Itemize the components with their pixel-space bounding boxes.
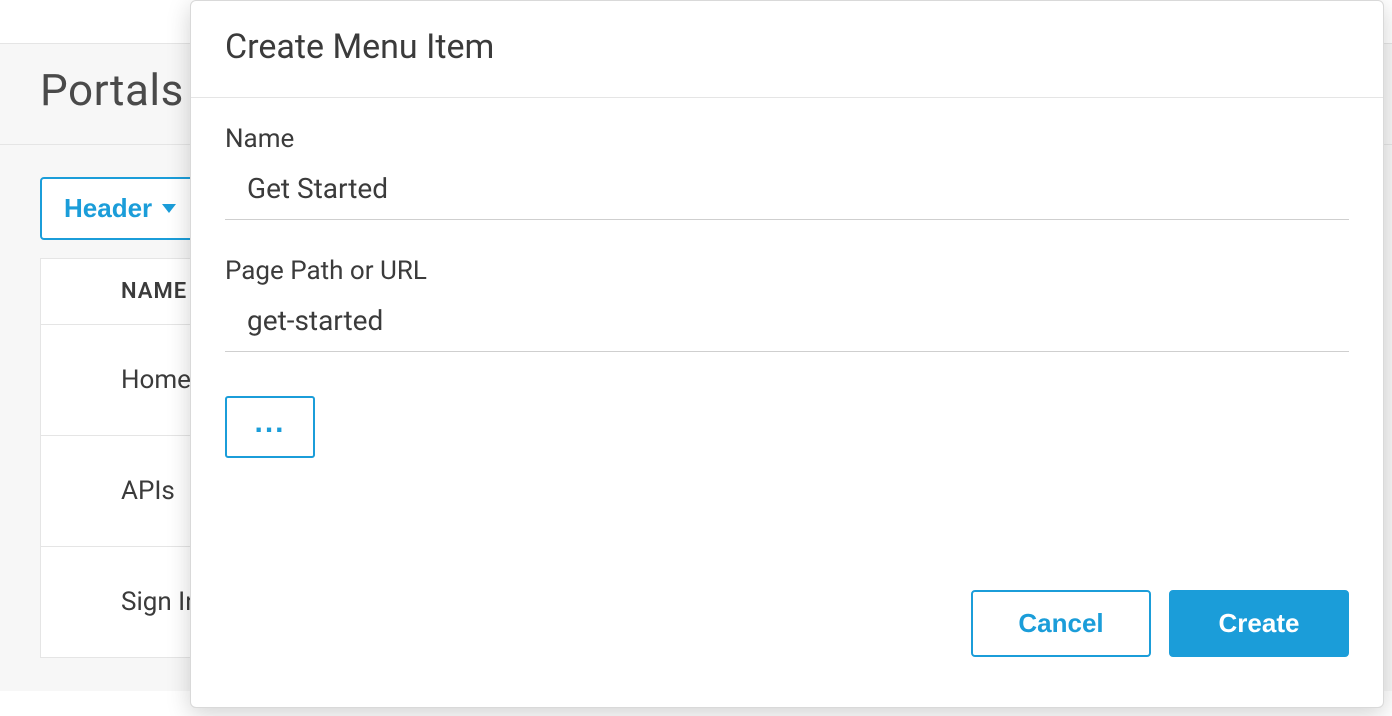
name-field-group: Name	[225, 124, 1349, 220]
table-cell-name: APIs	[121, 476, 175, 506]
header-dropdown-label: Header	[64, 193, 152, 224]
table-cell-name: Sign In	[121, 587, 200, 617]
modal-title: Create Menu Item	[225, 27, 1349, 67]
modal-body: Name Page Path or URL ...	[191, 98, 1383, 590]
name-field-label: Name	[225, 124, 1349, 154]
modal-footer: Cancel Create	[191, 590, 1383, 707]
header-dropdown-button[interactable]: Header	[40, 177, 200, 240]
more-options-button[interactable]: ...	[225, 396, 315, 458]
path-input[interactable]	[225, 296, 1349, 352]
path-field-group: Page Path or URL	[225, 256, 1349, 352]
table-cell-name: Home	[121, 365, 191, 395]
caret-down-icon	[162, 204, 176, 213]
cancel-button[interactable]: Cancel	[971, 590, 1151, 657]
path-field-label: Page Path or URL	[225, 256, 1349, 286]
name-input[interactable]	[225, 164, 1349, 220]
modal-header: Create Menu Item	[191, 1, 1383, 98]
create-menu-item-modal: Create Menu Item Name Page Path or URL .…	[190, 0, 1384, 708]
create-button[interactable]: Create	[1169, 590, 1349, 657]
